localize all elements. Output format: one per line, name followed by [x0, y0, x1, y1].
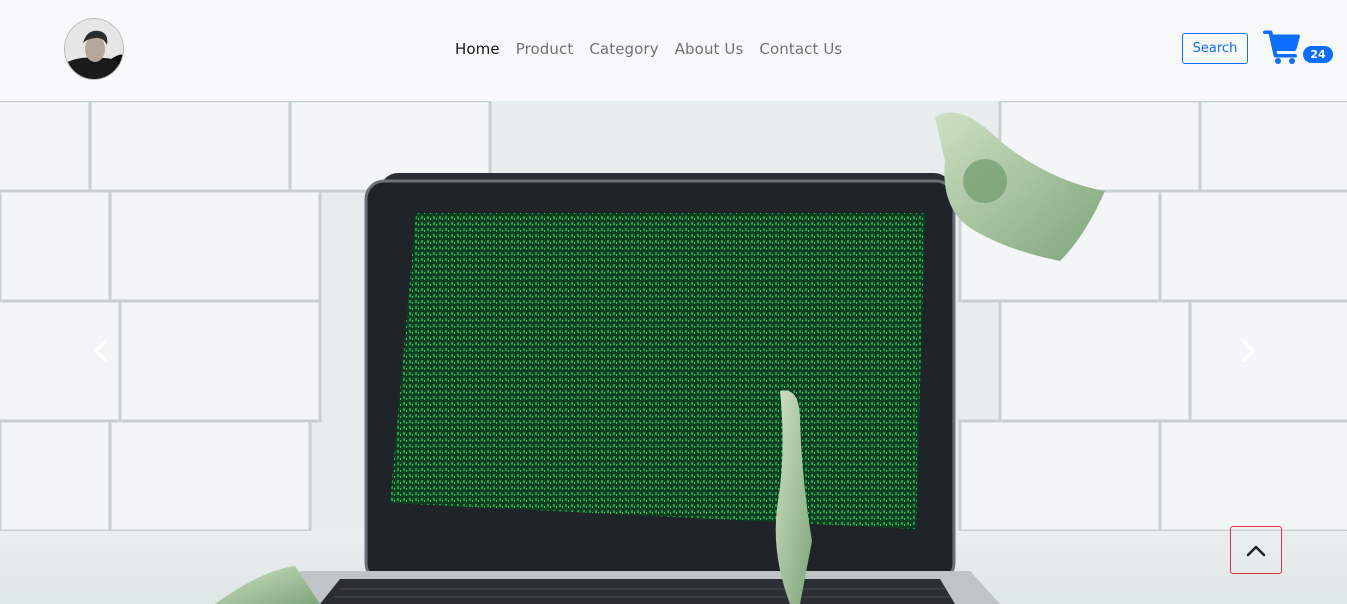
cart-count-badge: 24 [1303, 46, 1333, 63]
back-to-top-button[interactable] [1230, 526, 1282, 574]
carousel-prev-button[interactable] [81, 331, 121, 371]
hero-carousel [0, 101, 1347, 604]
chevron-up-icon [1246, 545, 1266, 557]
hero-image [0, 101, 1347, 604]
avatar[interactable] [64, 18, 124, 80]
cart-button[interactable]: 24 [1263, 30, 1335, 66]
nav-link-product[interactable]: Product [508, 40, 582, 58]
nav-link-home[interactable]: Home [447, 40, 508, 58]
carousel-next-button[interactable] [1228, 331, 1268, 371]
search-button[interactable]: Search [1182, 33, 1248, 64]
chevron-left-icon [94, 340, 107, 362]
chevron-right-icon [1242, 340, 1255, 362]
nav-link-contact-us[interactable]: Contact Us [751, 40, 850, 58]
nav-link-about-us[interactable]: About Us [667, 40, 752, 58]
nav-links: Home Product Category About Us Contact U… [447, 36, 850, 62]
navbar: Home Product Category About Us Contact U… [0, 0, 1347, 101]
shopping-cart-icon [1263, 30, 1301, 68]
nav-link-category[interactable]: Category [581, 40, 666, 58]
